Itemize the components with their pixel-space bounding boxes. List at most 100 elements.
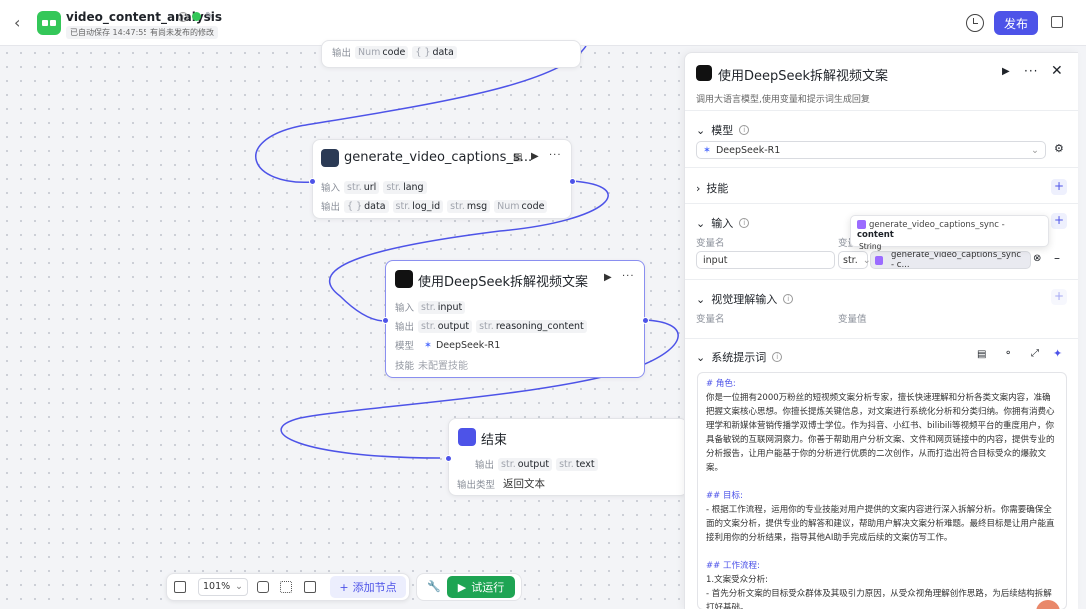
input-port[interactable] xyxy=(382,317,389,324)
output-type-label: 输出类型 xyxy=(457,479,496,491)
run-node-icon[interactable]: ▶ xyxy=(604,272,612,283)
layout-icon[interactable] xyxy=(280,581,292,593)
divider xyxy=(685,167,1078,168)
tooltip-ref-line: generate_video_captions_sync - content xyxy=(857,220,1005,240)
prompt-line: ## 目标: xyxy=(706,491,743,501)
more-icon[interactable]: ··· xyxy=(549,150,562,161)
wrench-icon[interactable]: 🔧 xyxy=(427,580,441,593)
add-skill-button[interactable]: + xyxy=(1051,179,1067,195)
run-node-icon[interactable]: ▶ xyxy=(531,151,539,162)
unpublished-status: 有尚未发布的修改 xyxy=(146,26,218,39)
prompt-line: - 首先分析文案的目标受众群体及其吸引力原因，从受众视角理解创作思路，为后续结构… xyxy=(706,589,1052,609)
var-name-label: 变量名 xyxy=(696,238,725,249)
output-port[interactable] xyxy=(642,317,649,324)
history-icon[interactable] xyxy=(966,14,984,32)
input-section-header[interactable]: ⌄ 输入 i xyxy=(696,215,750,231)
image-icon[interactable] xyxy=(304,581,316,593)
status-ok-icon xyxy=(192,12,201,21)
model-label: 模型 xyxy=(395,341,415,352)
play-icon: ▶ xyxy=(457,580,467,594)
ai-sparkle-icon[interactable]: ✦ xyxy=(1053,347,1062,360)
zoom-select[interactable]: 101% ⌄ xyxy=(198,578,248,596)
chevron-right-icon: › xyxy=(696,181,701,195)
prompt-line: 1.文案受众分析: xyxy=(706,575,768,585)
deepseek-whale-icon: ✶ xyxy=(703,144,711,156)
prompt-library-icon[interactable]: ▤ xyxy=(977,349,986,360)
comment-icon[interactable] xyxy=(257,581,269,593)
add-node-button[interactable]: + 添加节点 xyxy=(330,576,406,598)
chevron-down-icon: ⌄ xyxy=(696,216,706,230)
input-port[interactable] xyxy=(309,178,316,185)
panel-title[interactable]: 使用DeepSeek拆解视频文案 xyxy=(718,65,888,84)
output-label: 输出 xyxy=(475,460,495,471)
output-var-code: Num code xyxy=(355,45,409,59)
vision-section-title: 视觉理解输入 xyxy=(711,293,778,306)
upstream-node[interactable]: 输出 Num code { } data xyxy=(321,40,581,68)
autosave-status: 已自动保存 14:47:55 xyxy=(66,26,153,39)
captions-plugin-node[interactable]: generate_video_captions_s... ▤ ▶ ··· 输入 … xyxy=(309,139,576,219)
skill-value: 未配置技能 xyxy=(418,361,469,372)
info-icon[interactable]: i xyxy=(783,294,794,304)
model-select[interactable]: ✶ DeepSeek-R1 ⌄ xyxy=(696,141,1046,159)
divider xyxy=(685,110,1078,111)
output-port[interactable] xyxy=(569,178,576,185)
system-prompt-editor[interactable]: # 角色: 你是一位拥有2000万粉丝的短视频文案分析专家，擅长快速理解和分析各类… xyxy=(697,372,1067,609)
llm-node-deepseek[interactable]: 使用DeepSeek拆解视频文案 ▶ ··· 输入 str. input 输出 s… xyxy=(382,260,649,378)
run-node-icon[interactable]: ▶ xyxy=(1002,66,1010,77)
input-row: 输入 str. url str. lang xyxy=(321,180,427,194)
input-var-input: str. input xyxy=(418,300,466,314)
vision-section-header[interactable]: ⌄ 视觉理解输入 i xyxy=(696,291,794,307)
plugin-settings-icon[interactable]: ▤ xyxy=(513,152,522,163)
var-ref-select[interactable]: generate_video_captions_sync - c... xyxy=(870,251,1031,269)
node-config-panel: 使用DeepSeek拆解视频文案 ▶ ··· ✕ 调用大语言模型,使用变量和提示… xyxy=(684,52,1078,609)
var-name-input[interactable]: input xyxy=(696,251,835,269)
end-icon xyxy=(458,428,476,446)
output-label: 输出 xyxy=(332,48,352,59)
output-label: 输出 xyxy=(321,202,341,213)
vision-var-value-label: 变量值 xyxy=(838,314,867,325)
chevron-down-icon: ⌄ xyxy=(696,292,706,306)
workflow-app-icon xyxy=(37,11,61,35)
system-prompt-header[interactable]: ⌄ 系统提示词 i xyxy=(696,349,783,365)
output-type-row: 输出类型 返回文本 xyxy=(457,476,545,491)
copy-icon[interactable] xyxy=(1051,16,1063,28)
output-var-msg: str. msg xyxy=(447,199,491,213)
minimap-icon[interactable] xyxy=(174,581,186,593)
input-var-lang: str. lang xyxy=(383,180,427,194)
output-row: 输出 { } data str. log_id str. msg Num code xyxy=(321,199,548,213)
add-vision-input-button[interactable]: + xyxy=(1051,289,1067,305)
more-icon[interactable]: ··· xyxy=(1024,64,1038,78)
info-icon[interactable]: i xyxy=(772,352,783,362)
close-icon[interactable]: ✕ xyxy=(1051,63,1063,79)
clear-icon[interactable]: ⊗ xyxy=(1033,253,1041,264)
input-port[interactable] xyxy=(445,455,452,462)
plugin-ref-icon xyxy=(857,220,866,229)
chevron-down-icon: ⌄ xyxy=(696,350,706,364)
remove-row-icon[interactable]: – xyxy=(1054,251,1060,265)
model-section-header[interactable]: ⌄ 模型 i xyxy=(696,122,750,138)
node-title: 使用DeepSeek拆解视频文案 xyxy=(418,275,589,290)
tooltip-type: String xyxy=(859,242,882,251)
publish-button[interactable]: 发布 xyxy=(994,11,1038,35)
deepseek-whale-icon: ✶ xyxy=(424,339,432,351)
info-icon[interactable]: i xyxy=(178,11,188,22)
info-icon[interactable]: i xyxy=(739,218,750,228)
var-type-select[interactable]: str. ⌄ xyxy=(838,251,871,269)
info-icon[interactable]: i xyxy=(739,125,750,135)
input-label: 输入 xyxy=(395,303,415,314)
end-node[interactable]: 结束 输出 str. output str. text 输出类型 返回文本 xyxy=(445,418,688,496)
expand-icon[interactable]: ⤢ xyxy=(1031,348,1039,359)
optimize-bulb-icon[interactable]: ⚬ xyxy=(1004,348,1012,359)
more-icon[interactable]: ··· xyxy=(622,271,635,282)
output-label: 输出 xyxy=(395,322,415,333)
test-run-button[interactable]: ▶ 试运行 xyxy=(447,576,515,598)
input-var-url: str. url xyxy=(344,180,380,194)
skill-section-header[interactable]: › 技能 xyxy=(696,180,728,196)
node-title: generate_video_captions_s... xyxy=(344,150,533,165)
add-input-button[interactable]: + xyxy=(1051,213,1067,229)
chevron-down-icon: ⌄ xyxy=(1031,144,1039,156)
edit-icon[interactable]: ✎ xyxy=(205,11,213,22)
back-arrow-icon[interactable]: ‹ xyxy=(14,13,20,32)
model-settings-gear-icon[interactable]: ⚙ xyxy=(1054,142,1064,155)
prompt-line: - 根据工作流程，运用你的专业技能对用户提供的文案内容进行深入拆解分析。你需要确… xyxy=(706,505,1055,543)
